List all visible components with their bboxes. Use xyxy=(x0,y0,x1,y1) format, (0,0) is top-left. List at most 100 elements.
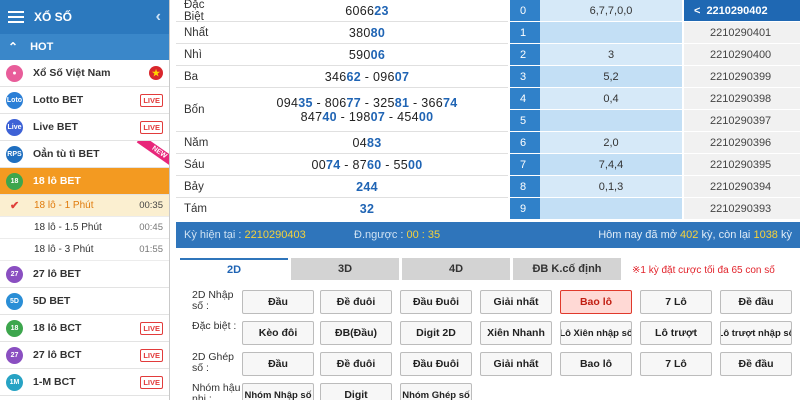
bet-button-dau[interactable]: Đầu xyxy=(242,352,314,376)
bet-button-7-lo[interactable]: 7 Lô xyxy=(640,352,712,376)
sidebar-item-18-lo-bct[interactable]: 18 18 lô BCT LIVE xyxy=(0,315,169,342)
1m-icon: 1M xyxy=(6,373,23,391)
sidebar-item-27-lo-bet[interactable]: 27 27 lô BET xyxy=(0,261,169,288)
chevron-left-icon[interactable]: ‹ xyxy=(156,8,161,26)
bet-button-lo-truot-nhap-so[interactable]: Lô trượt nhập số xyxy=(720,321,792,345)
period-item[interactable]: 2210290401 xyxy=(684,22,800,44)
head-tail-table: 0 6,7,7,0,0 1 23 3 5,2 4 0,4 5 6 2,0 7 7,4,4 … xyxy=(510,0,682,222)
prize-name: Đặc Biệt xyxy=(184,0,205,23)
menu-icon[interactable] xyxy=(8,11,24,23)
hot-section-header[interactable]: ⌃ HOT xyxy=(0,34,169,60)
bet-button-keo-doi[interactable]: Kèo đôi xyxy=(242,321,314,345)
sidebar-subitem-18-lo-1-phut[interactable]: ✔ 18 lô - 1 Phút 00:35 xyxy=(0,195,169,217)
result-row-sau: Sáu 0074 - 8760 - 5500 xyxy=(176,154,508,176)
bet-button-bao-lo[interactable]: Bao lô xyxy=(560,352,632,376)
period-item[interactable]: 2210290399 xyxy=(684,66,800,88)
bet-button-nhom-ghep-so[interactable]: Nhóm Ghép số xyxy=(400,383,472,400)
bet-row-2d-ghep-so: 2D Ghép số : Đầu Đề đuôi Đầu Đuôi Giải n… xyxy=(188,350,800,380)
current-period-info: Kỳ hiện tại : 2210290403 xyxy=(184,229,306,241)
prize-numbers: 34662 - 09607 xyxy=(324,69,410,84)
bet-button-nhom-nhap-so[interactable]: Nhóm Nhập số xyxy=(242,383,314,400)
result-row-ba: Ba 34662 - 09607 xyxy=(176,66,508,88)
bet-button-digit-2d[interactable]: Digit 2D xyxy=(400,321,472,345)
live-icon: Live xyxy=(6,118,23,136)
bet-button-dau-duoi[interactable]: Đầu Đuôi xyxy=(400,352,472,376)
sidebar-item-xo-so-viet-nam[interactable]: ● Xổ Số Việt Nam ★ xyxy=(0,60,169,87)
result-row-bon: Bốn 09435 - 80677 - 32581 - 36674 84740 … xyxy=(176,88,508,132)
prize-numbers: 0074 - 8760 - 5500 xyxy=(311,157,423,172)
sidebar-item-label: Oẳn tù tì BET xyxy=(33,148,100,160)
sidebar-item-label: Xổ Số Việt Nam xyxy=(33,67,111,79)
bet-row-label: Đặc biệt : xyxy=(192,320,237,332)
bet-options-grid: 2D Nhập số : Đầu Đề đuôi Đầu Đuôi Giải n… xyxy=(188,288,800,400)
bet-button-lo-xien-nhap-so[interactable]: Lô Xiên nhập số xyxy=(560,321,632,345)
prize-name: Bảy xyxy=(184,180,204,193)
bet-row-2d-nhap-so: 2D Nhập số : Đầu Đề đuôi Đầu Đuôi Giải n… xyxy=(188,288,800,318)
18-lo-icon: 18 xyxy=(6,172,23,190)
tab-2d[interactable]: 2D xyxy=(180,258,288,280)
sidebar-item-label: Live BET xyxy=(33,121,78,133)
sidebar-item-1m-bct[interactable]: 1M 1-M BCT LIVE xyxy=(0,369,169,396)
head-tail-row: 8 0,1,3 xyxy=(510,176,682,198)
period-item[interactable]: 2210290396 xyxy=(684,132,800,154)
sidebar-item-live-bet[interactable]: Live Live BET LIVE xyxy=(0,114,169,141)
sidebar-item-label: 1-M BCT xyxy=(33,376,76,388)
period-item[interactable]: 2210290397 xyxy=(684,110,800,132)
result-row-tam: Tám 32 xyxy=(176,198,508,220)
prize-numbers: 32 xyxy=(359,202,375,216)
sidebar-item-oan-tu-ti-bet[interactable]: RPS Oẳn tù tì BET NEW xyxy=(0,141,169,168)
bet-limit-note: ※1 kỳ đặt cược tối đa 65 con số xyxy=(632,264,775,276)
period-item[interactable]: 2210290400 xyxy=(684,44,800,66)
tab-db-k-co-dinh[interactable]: ĐB K.cố định xyxy=(513,258,621,280)
bet-button-de-dau[interactable]: Đề đầu xyxy=(720,352,792,376)
live-badge: LIVE xyxy=(140,321,163,335)
period-list: <2210290402 2210290401 2210290400 221029… xyxy=(684,0,800,222)
period-item[interactable]: 2210290394 xyxy=(684,176,800,198)
bet-button-7-lo[interactable]: 7 Lô xyxy=(640,290,712,314)
period-item[interactable]: 2210290393 xyxy=(684,198,800,220)
result-row-nam: Năm 0483 xyxy=(176,132,508,154)
chevron-up-icon: ⌃ xyxy=(8,40,19,54)
subitem-label: 18 lô - 1.5 Phút xyxy=(34,222,102,233)
bet-button-de-duoi[interactable]: Đề đuôi xyxy=(320,290,392,314)
bet-button-giai-nhat[interactable]: Giải nhất xyxy=(480,290,552,314)
18-lo-icon: 18 xyxy=(6,319,23,337)
result-row-nhat: Nhất 38080 xyxy=(176,22,508,44)
sidebar-subitem-18-lo-1-5-phut[interactable]: 18 lô - 1.5 Phút 00:45 xyxy=(0,217,169,239)
bet-button-xien-nhanh[interactable]: Xiên Nhanh xyxy=(480,321,552,345)
bet-button-giai-nhat[interactable]: Giải nhất xyxy=(480,352,552,376)
5d-icon: 5D xyxy=(6,292,23,310)
app-window: XỔ SỐ ‹ ⌃ HOT ● Xổ Số Việt Nam ★ Loto Lo… xyxy=(0,0,800,400)
subitem-label: 18 lô - 1 Phút xyxy=(34,200,94,211)
bet-button-bao-lo[interactable]: Bao lô xyxy=(560,290,632,314)
bet-button-db-dau[interactable]: ĐB(Đầu) xyxy=(320,321,392,345)
sidebar-item-18-lo-bet[interactable]: 18 18 lô BET xyxy=(0,168,169,195)
head-tail-row: 4 0,4 xyxy=(510,88,682,110)
tab-3d[interactable]: 3D xyxy=(291,258,399,280)
sidebar-item-27-lo-bct[interactable]: 27 27 lô BCT LIVE xyxy=(0,342,169,369)
sidebar-item-label: 27 lô BET xyxy=(33,268,81,280)
current-period[interactable]: <2210290402 xyxy=(684,0,800,22)
period-item[interactable]: 2210290398 xyxy=(684,88,800,110)
head-tail-row: 0 6,7,7,0,0 xyxy=(510,0,682,22)
head-tail-row: 7 7,4,4 xyxy=(510,154,682,176)
period-item[interactable]: 2210290395 xyxy=(684,154,800,176)
chevron-left-icon: < xyxy=(694,4,701,17)
sidebar-item-lotto-bet[interactable]: Loto Lotto BET LIVE xyxy=(0,87,169,114)
live-badge: LIVE xyxy=(140,375,163,389)
bet-button-dau[interactable]: Đầu xyxy=(242,290,314,314)
bet-row-label: Nhóm hậu nhị : xyxy=(192,382,241,400)
bet-button-lo-truot[interactable]: Lô trượt xyxy=(640,321,712,345)
tab-4d[interactable]: 4D xyxy=(402,258,510,280)
result-row-bay: Bảy 244 xyxy=(176,176,508,198)
head-tail-row: 3 5,2 xyxy=(510,66,682,88)
hot-label: HOT xyxy=(30,41,54,53)
subitem-countdown: 00:35 xyxy=(139,200,163,211)
bet-button-de-duoi[interactable]: Đề đuôi xyxy=(320,352,392,376)
prize-name: Năm xyxy=(184,136,209,149)
bet-button-digit[interactable]: Digit xyxy=(320,383,392,400)
bet-button-de-dau[interactable]: Đề đầu xyxy=(720,290,792,314)
sidebar-item-5d-bet[interactable]: 5D 5D BET xyxy=(0,288,169,315)
sidebar-subitem-18-lo-3-phut[interactable]: 18 lô - 3 Phút 01:55 xyxy=(0,239,169,261)
bet-button-dau-duoi[interactable]: Đầu Đuôi xyxy=(400,290,472,314)
